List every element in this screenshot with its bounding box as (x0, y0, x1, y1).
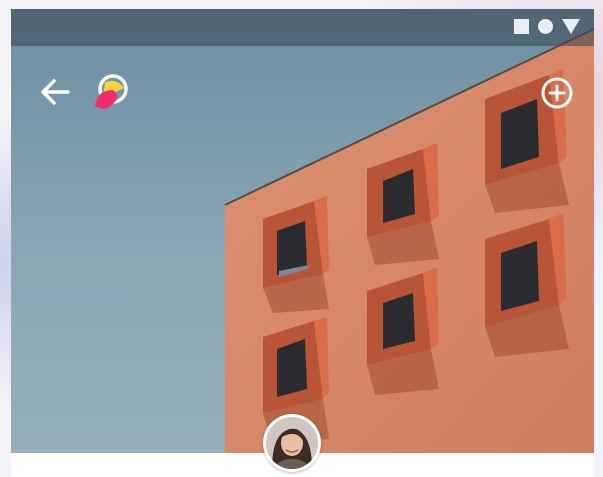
square-icon (514, 19, 529, 34)
add-button[interactable] (538, 74, 576, 112)
triangle-icon (562, 19, 580, 34)
back-button[interactable] (37, 74, 73, 110)
arrow-left-icon (41, 79, 70, 105)
avatar-photo (266, 417, 318, 469)
brand-logo-icon (91, 72, 131, 112)
avatar[interactable] (263, 414, 321, 472)
plus-circle-icon (541, 77, 573, 109)
top-toolbar (11, 46, 594, 126)
status-icons (514, 19, 580, 34)
circle-icon (538, 19, 553, 34)
status-bar (11, 9, 594, 46)
phone-screen (11, 9, 594, 477)
screenshot-canvas (0, 0, 603, 477)
